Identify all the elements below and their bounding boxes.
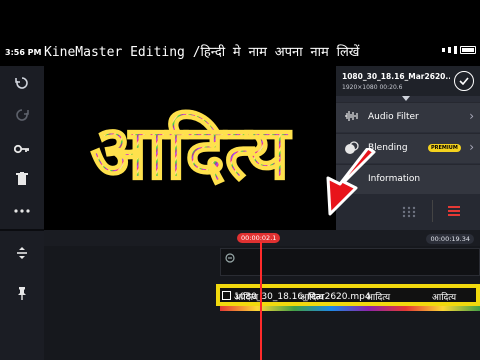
track-expand-button[interactable]	[0, 236, 44, 270]
status-bar: 3:56 PM KineMaster Editing /हिन्दी मे ना…	[0, 40, 480, 66]
confirm-button[interactable]	[454, 71, 474, 91]
effect-layer-strip[interactable]	[220, 306, 480, 311]
undo-icon	[15, 77, 28, 89]
status-time: 3:56 PM	[5, 48, 42, 57]
delete-button[interactable]	[0, 162, 44, 196]
pin-icon	[18, 287, 26, 300]
text-repeat-2: आदित्य	[300, 293, 325, 303]
video-clip-track[interactable]	[220, 248, 480, 276]
collapse-caret-icon[interactable]	[402, 96, 410, 101]
preview-text: आदित्य	[91, 110, 293, 196]
menu-lines-icon[interactable]	[448, 205, 460, 217]
status-icons	[442, 46, 476, 54]
keyframe-button[interactable]	[0, 132, 44, 166]
panel-divider	[432, 200, 433, 222]
text-repeat-3: आदित्य	[366, 293, 391, 303]
chevron-right-icon: ›	[469, 109, 474, 123]
expand-tracks-icon	[17, 247, 27, 259]
preview-name-art: आदित्य	[90, 109, 294, 197]
end-time: 00:00:19.34	[426, 234, 474, 244]
signal-bar	[454, 46, 457, 54]
left-toolbar	[0, 66, 44, 360]
redo-button[interactable]	[0, 98, 44, 132]
menu-label-audio-filter: Audio Filter	[368, 112, 419, 122]
video-overlay-title: KineMaster Editing /हिन्दी मे नाम अपना न…	[44, 45, 360, 60]
audio-wave-icon	[344, 110, 360, 125]
grid-dots-icon[interactable]	[402, 206, 416, 218]
timeline[interactable]: 00:00:02.1 00:00:19.34 1080_30_18.16_Mar…	[44, 230, 480, 360]
battery-icon	[460, 46, 476, 54]
clip-header: 1080_30_18.16_Mar2620... 1920×1080 00:20…	[336, 66, 480, 96]
clip-name: 1080_30_18.16_Mar2620...	[342, 72, 450, 81]
check-icon	[459, 77, 469, 85]
text-layer-body: 1080_30_18.16_Mar2620.mp4 आदित्य आदित्य …	[220, 288, 476, 303]
key-icon	[14, 144, 29, 154]
text-repeat-4: आदित्य	[432, 293, 457, 303]
video-preview[interactable]: आदित्य	[44, 66, 336, 230]
redo-icon	[16, 109, 29, 121]
undo-button[interactable]	[0, 66, 44, 100]
pin-button[interactable]	[0, 276, 44, 310]
more-dots-icon	[14, 209, 30, 213]
text-repeat-1: आदित्य	[234, 293, 259, 303]
clip-meta: 1920×1080 00:20.6	[342, 84, 403, 91]
premium-badge: PREMIUM	[428, 144, 461, 152]
link-icon	[225, 253, 235, 263]
more-button[interactable]	[0, 194, 44, 228]
app-screen: 3:56 PM KineMaster Editing /हिन्दी मे ना…	[0, 0, 480, 360]
chevron-right-icon: ›	[469, 140, 474, 154]
toolbar-divider	[0, 229, 44, 231]
text-layer-track[interactable]: 1080_30_18.16_Mar2620.mp4 आदित्य आदित्य …	[216, 284, 480, 306]
menu-item-audio-filter[interactable]: Audio Filter ›	[336, 102, 480, 132]
signal-icon	[442, 48, 445, 52]
layer-square-icon	[222, 291, 231, 300]
trash-icon	[16, 172, 28, 185]
signal-bar	[448, 47, 451, 53]
playhead-time: 00:00:02.1	[237, 233, 281, 243]
playhead[interactable]	[260, 242, 262, 360]
annotation-arrow-icon	[326, 148, 376, 216]
